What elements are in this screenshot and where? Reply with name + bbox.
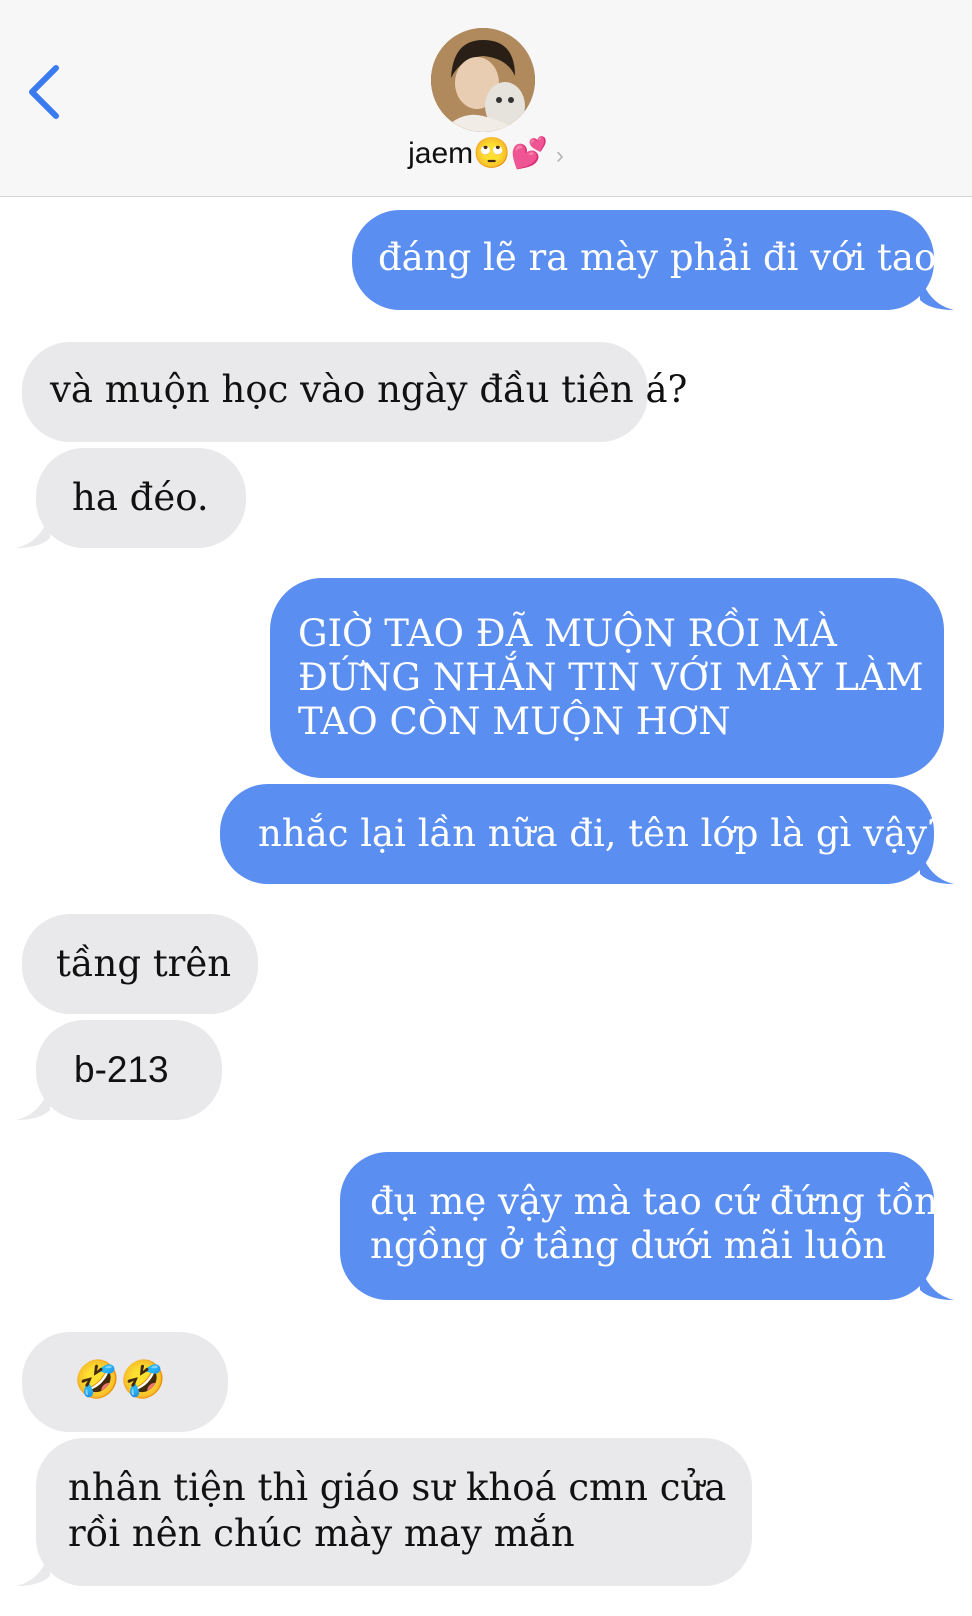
message-text: nhắc lại lần nữa đi, tên lớp là gì vậy? (258, 812, 947, 855)
message-text-line: đụ mẹ vậy mà tao cứ đứng tồng (370, 1180, 962, 1223)
message-text: đáng lẽ ra mày phải đi với tao (378, 236, 937, 279)
avatar-photo (431, 28, 535, 132)
message-text-line: rồi nên chúc mày may mắn (68, 1512, 575, 1555)
conversation-header: jaem🙄💕 › (0, 0, 972, 197)
bubble-tail (16, 1550, 50, 1586)
chevron-right-icon: › (555, 142, 564, 169)
bubble-tail (16, 512, 50, 548)
message-bubble-incoming[interactable]: b-213 (16, 1020, 222, 1120)
contact-avatar[interactable] (431, 28, 535, 132)
message-text-line: ngồng ở tầng dưới mãi luôn (370, 1224, 887, 1267)
message-bubble-incoming[interactable]: ha đéo. (16, 448, 246, 548)
contact-name-button[interactable]: jaem🙄💕 › (0, 136, 972, 176)
bubble-tail (920, 1264, 954, 1300)
message-text-line: GIỜ TAO ĐÃ MUỘN RỒI MÀ (298, 612, 837, 655)
message-bubble-outgoing[interactable]: đụ mẹ vậy mà tao cứ đứng tồng ngồng ở tầ… (340, 1152, 962, 1300)
message-bubble-incoming[interactable]: 🤣🤣 (22, 1332, 228, 1432)
message-text: ha đéo. (72, 476, 209, 519)
message-text: 🤣🤣 (74, 1358, 167, 1401)
message-text: tầng trên (56, 942, 232, 985)
back-button[interactable] (22, 62, 66, 122)
message-text-line: TAO CÒN MUỘN HƠN (298, 700, 731, 743)
message-text: và muộn học vào ngày đầu tiên á? (50, 368, 688, 411)
message-text: b-213 (74, 1049, 169, 1090)
message-bubble-outgoing[interactable]: nhắc lại lần nữa đi, tên lớp là gì vậy? (220, 784, 954, 884)
message-bubble-incoming[interactable]: tầng trên (22, 914, 258, 1014)
message-bubble-incoming[interactable]: và muộn học vào ngày đầu tiên á? (22, 342, 687, 442)
chevron-left-icon (29, 65, 59, 119)
contact-name: jaem🙄💕 (408, 137, 548, 170)
message-text-line: nhân tiện thì giáo sư khoá cmn cửa (68, 1466, 727, 1509)
message-text-line: ĐỨNG NHẮN TIN VỚI MÀY LÀM (298, 656, 924, 699)
message-bubble-outgoing[interactable]: đáng lẽ ra mày phải đi với tao (352, 210, 954, 310)
message-bubble-incoming[interactable]: nhân tiện thì giáo sư khoá cmn cửa rồi n… (16, 1438, 752, 1586)
bubble-tail (16, 1084, 50, 1120)
message-bubble-outgoing[interactable]: GIỜ TAO ĐÃ MUỘN RỒI MÀ ĐỨNG NHẮN TIN VỚI… (270, 578, 944, 778)
